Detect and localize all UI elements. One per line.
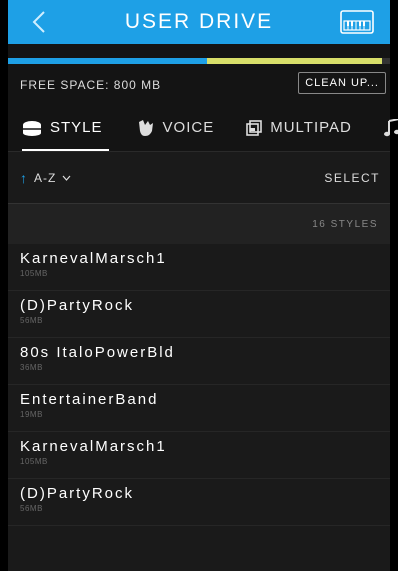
sort-dropdown[interactable]: ↑ A-Z [20,170,71,186]
item-name: (D)PartyRock [20,485,135,502]
item-name: (D)PartyRock [20,297,135,314]
item-count-label: 16 STYLES [312,218,378,230]
storage-free-bar [206,58,383,64]
header-bar: USER DRIVE [8,0,390,44]
multipad-icon [246,119,263,136]
free-space-label: FREE SPACE: 800 MB [20,78,162,92]
list-item[interactable]: (D)PartyRock 56MB [8,479,390,526]
select-button[interactable]: SELECT [324,171,380,185]
tab-multipad-label: MULTIPAD [270,119,352,136]
clean-up-button[interactable]: CLEAN UP... [298,72,386,94]
list-item[interactable]: KarnevalMarsch1 105MB [8,244,390,291]
storage-panel: FREE SPACE: 800 MB CLEAN UP... [8,44,390,104]
list-item[interactable]: 80s ItaloPowerBld 36MB [8,338,390,385]
tab-voice-label: VOICE [162,119,215,136]
item-name: KarnevalMarsch1 [20,250,167,267]
music-note-icon [383,118,398,136]
style-list: KarnevalMarsch1 105MB (D)PartyRock 56MB 80s … [8,244,390,526]
item-name: 80s ItaloPowerBld [20,344,175,361]
item-count: 16 STYLES [8,204,390,244]
tab-voice[interactable]: VOICE [137,104,215,151]
voice-icon [138,119,153,136]
tab-style-label: STYLE [50,119,103,136]
sort-label: A-Z [34,170,57,185]
arrow-up-icon: ↑ [20,169,28,186]
item-name: KarnevalMarsch1 [20,438,167,455]
item-size: 105MB [20,269,48,278]
item-size: 56MB [20,316,43,325]
item-size: 36MB [20,363,43,372]
category-tabs: STYLE VOICE MULTIPAD [8,104,398,152]
keyboard-icon [340,10,374,34]
list-item[interactable]: KarnevalMarsch1 105MB [8,432,390,479]
style-icon [23,120,41,136]
chevron-down-icon [62,175,71,181]
tab-style[interactable]: STYLE [22,104,109,151]
list-item[interactable]: (D)PartyRock 56MB [8,291,390,338]
chevron-left-icon [32,11,45,33]
item-name: EntertainerBand [20,391,159,408]
keyboard-button[interactable] [340,10,374,34]
storage-bar [8,58,390,64]
back-button[interactable] [26,8,54,36]
tab-song[interactable] [383,104,398,151]
user-drive-screen: USER DRIVE FREE SPACE: 800 MB CLEAN UP..… [0,0,398,571]
item-size: 56MB [20,504,43,513]
item-size: 105MB [20,457,48,466]
tab-multipad[interactable]: MULTIPAD [246,104,352,151]
page-title: USER DRIVE [124,10,274,33]
item-size: 19MB [20,410,43,419]
storage-used-bar [8,58,207,64]
sort-toolbar: ↑ A-Z SELECT [8,152,390,204]
list-item[interactable]: EntertainerBand 19MB [8,385,390,432]
